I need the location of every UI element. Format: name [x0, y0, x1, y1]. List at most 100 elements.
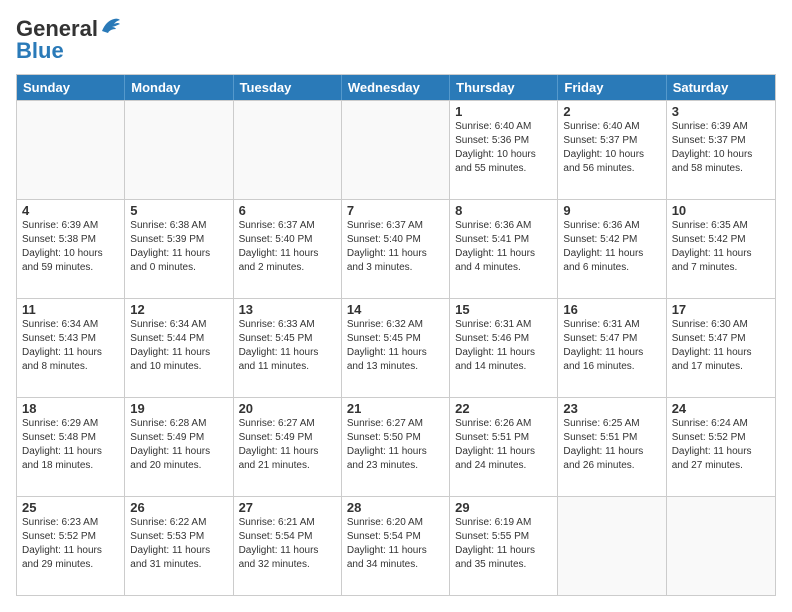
cell-info: Sunrise: 6:39 AM Sunset: 5:38 PM Dayligh… [22, 219, 119, 275]
calendar-day-header: Tuesday [234, 75, 342, 100]
calendar-cell: 24Sunrise: 6:24 AM Sunset: 5:52 PM Dayli… [667, 398, 775, 496]
calendar-cell: 3Sunrise: 6:39 AM Sunset: 5:37 PM Daylig… [667, 101, 775, 199]
cell-date-number: 19 [130, 401, 227, 416]
cell-date-number: 12 [130, 302, 227, 317]
cell-date-number: 23 [563, 401, 660, 416]
calendar: SundayMondayTuesdayWednesdayThursdayFrid… [16, 74, 776, 596]
calendar-row: 4Sunrise: 6:39 AM Sunset: 5:38 PM Daylig… [17, 199, 775, 298]
calendar-row: 25Sunrise: 6:23 AM Sunset: 5:52 PM Dayli… [17, 496, 775, 595]
cell-info: Sunrise: 6:25 AM Sunset: 5:51 PM Dayligh… [563, 417, 660, 473]
calendar-cell: 8Sunrise: 6:36 AM Sunset: 5:41 PM Daylig… [450, 200, 558, 298]
cell-info: Sunrise: 6:31 AM Sunset: 5:46 PM Dayligh… [455, 318, 552, 374]
cell-date-number: 15 [455, 302, 552, 317]
calendar-cell: 5Sunrise: 6:38 AM Sunset: 5:39 PM Daylig… [125, 200, 233, 298]
calendar-cell: 22Sunrise: 6:26 AM Sunset: 5:51 PM Dayli… [450, 398, 558, 496]
calendar-cell: 13Sunrise: 6:33 AM Sunset: 5:45 PM Dayli… [234, 299, 342, 397]
calendar-cell: 21Sunrise: 6:27 AM Sunset: 5:50 PM Dayli… [342, 398, 450, 496]
calendar-cell: 16Sunrise: 6:31 AM Sunset: 5:47 PM Dayli… [558, 299, 666, 397]
cell-date-number: 24 [672, 401, 770, 416]
calendar-cell: 7Sunrise: 6:37 AM Sunset: 5:40 PM Daylig… [342, 200, 450, 298]
calendar-cell: 11Sunrise: 6:34 AM Sunset: 5:43 PM Dayli… [17, 299, 125, 397]
cell-info: Sunrise: 6:40 AM Sunset: 5:37 PM Dayligh… [563, 120, 660, 176]
cell-info: Sunrise: 6:34 AM Sunset: 5:44 PM Dayligh… [130, 318, 227, 374]
calendar-cell: 2Sunrise: 6:40 AM Sunset: 5:37 PM Daylig… [558, 101, 666, 199]
cell-date-number: 3 [672, 104, 770, 119]
cell-date-number: 22 [455, 401, 552, 416]
calendar-cell: 23Sunrise: 6:25 AM Sunset: 5:51 PM Dayli… [558, 398, 666, 496]
calendar-cell: 15Sunrise: 6:31 AM Sunset: 5:46 PM Dayli… [450, 299, 558, 397]
header: General Blue [16, 16, 776, 64]
cell-info: Sunrise: 6:34 AM Sunset: 5:43 PM Dayligh… [22, 318, 119, 374]
calendar-row: 18Sunrise: 6:29 AM Sunset: 5:48 PM Dayli… [17, 397, 775, 496]
calendar-body: 1Sunrise: 6:40 AM Sunset: 5:36 PM Daylig… [17, 100, 775, 595]
cell-info: Sunrise: 6:32 AM Sunset: 5:45 PM Dayligh… [347, 318, 444, 374]
calendar-cell: 12Sunrise: 6:34 AM Sunset: 5:44 PM Dayli… [125, 299, 233, 397]
calendar-cell: 18Sunrise: 6:29 AM Sunset: 5:48 PM Dayli… [17, 398, 125, 496]
calendar-day-header: Thursday [450, 75, 558, 100]
cell-date-number: 27 [239, 500, 336, 515]
cell-date-number: 20 [239, 401, 336, 416]
calendar-cell: 20Sunrise: 6:27 AM Sunset: 5:49 PM Dayli… [234, 398, 342, 496]
cell-date-number: 25 [22, 500, 119, 515]
cell-date-number: 9 [563, 203, 660, 218]
calendar-day-header: Friday [558, 75, 666, 100]
cell-date-number: 29 [455, 500, 552, 515]
cell-info: Sunrise: 6:37 AM Sunset: 5:40 PM Dayligh… [239, 219, 336, 275]
calendar-cell: 25Sunrise: 6:23 AM Sunset: 5:52 PM Dayli… [17, 497, 125, 595]
cell-info: Sunrise: 6:38 AM Sunset: 5:39 PM Dayligh… [130, 219, 227, 275]
calendar-cell: 19Sunrise: 6:28 AM Sunset: 5:49 PM Dayli… [125, 398, 233, 496]
cell-info: Sunrise: 6:23 AM Sunset: 5:52 PM Dayligh… [22, 516, 119, 572]
cell-info: Sunrise: 6:28 AM Sunset: 5:49 PM Dayligh… [130, 417, 227, 473]
calendar-cell [234, 101, 342, 199]
cell-date-number: 10 [672, 203, 770, 218]
calendar-cell [125, 101, 233, 199]
logo-bird-icon [100, 17, 122, 35]
calendar-cell [17, 101, 125, 199]
calendar-cell: 17Sunrise: 6:30 AM Sunset: 5:47 PM Dayli… [667, 299, 775, 397]
cell-info: Sunrise: 6:36 AM Sunset: 5:41 PM Dayligh… [455, 219, 552, 275]
cell-info: Sunrise: 6:20 AM Sunset: 5:54 PM Dayligh… [347, 516, 444, 572]
calendar-cell [667, 497, 775, 595]
logo: General Blue [16, 16, 122, 64]
calendar-cell: 27Sunrise: 6:21 AM Sunset: 5:54 PM Dayli… [234, 497, 342, 595]
cell-date-number: 7 [347, 203, 444, 218]
cell-date-number: 21 [347, 401, 444, 416]
calendar-day-header: Monday [125, 75, 233, 100]
cell-date-number: 18 [22, 401, 119, 416]
cell-date-number: 4 [22, 203, 119, 218]
calendar-cell: 6Sunrise: 6:37 AM Sunset: 5:40 PM Daylig… [234, 200, 342, 298]
calendar-cell: 1Sunrise: 6:40 AM Sunset: 5:36 PM Daylig… [450, 101, 558, 199]
cell-date-number: 13 [239, 302, 336, 317]
calendar-cell: 26Sunrise: 6:22 AM Sunset: 5:53 PM Dayli… [125, 497, 233, 595]
calendar-cell: 10Sunrise: 6:35 AM Sunset: 5:42 PM Dayli… [667, 200, 775, 298]
cell-date-number: 11 [22, 302, 119, 317]
calendar-cell: 4Sunrise: 6:39 AM Sunset: 5:38 PM Daylig… [17, 200, 125, 298]
cell-info: Sunrise: 6:30 AM Sunset: 5:47 PM Dayligh… [672, 318, 770, 374]
cell-info: Sunrise: 6:40 AM Sunset: 5:36 PM Dayligh… [455, 120, 552, 176]
calendar-cell: 28Sunrise: 6:20 AM Sunset: 5:54 PM Dayli… [342, 497, 450, 595]
calendar-day-header: Wednesday [342, 75, 450, 100]
cell-info: Sunrise: 6:22 AM Sunset: 5:53 PM Dayligh… [130, 516, 227, 572]
cell-info: Sunrise: 6:36 AM Sunset: 5:42 PM Dayligh… [563, 219, 660, 275]
cell-date-number: 17 [672, 302, 770, 317]
page: General Blue SundayMondayTuesdayWednesda… [0, 0, 792, 612]
calendar-day-header: Sunday [17, 75, 125, 100]
cell-info: Sunrise: 6:29 AM Sunset: 5:48 PM Dayligh… [22, 417, 119, 473]
cell-date-number: 5 [130, 203, 227, 218]
cell-info: Sunrise: 6:33 AM Sunset: 5:45 PM Dayligh… [239, 318, 336, 374]
cell-info: Sunrise: 6:37 AM Sunset: 5:40 PM Dayligh… [347, 219, 444, 275]
cell-date-number: 1 [455, 104, 552, 119]
calendar-day-header: Saturday [667, 75, 775, 100]
cell-info: Sunrise: 6:27 AM Sunset: 5:49 PM Dayligh… [239, 417, 336, 473]
cell-date-number: 14 [347, 302, 444, 317]
cell-info: Sunrise: 6:19 AM Sunset: 5:55 PM Dayligh… [455, 516, 552, 572]
cell-date-number: 28 [347, 500, 444, 515]
cell-date-number: 26 [130, 500, 227, 515]
cell-info: Sunrise: 6:27 AM Sunset: 5:50 PM Dayligh… [347, 417, 444, 473]
calendar-cell [342, 101, 450, 199]
calendar-cell [558, 497, 666, 595]
cell-info: Sunrise: 6:26 AM Sunset: 5:51 PM Dayligh… [455, 417, 552, 473]
cell-date-number: 6 [239, 203, 336, 218]
calendar-cell: 14Sunrise: 6:32 AM Sunset: 5:45 PM Dayli… [342, 299, 450, 397]
cell-date-number: 16 [563, 302, 660, 317]
